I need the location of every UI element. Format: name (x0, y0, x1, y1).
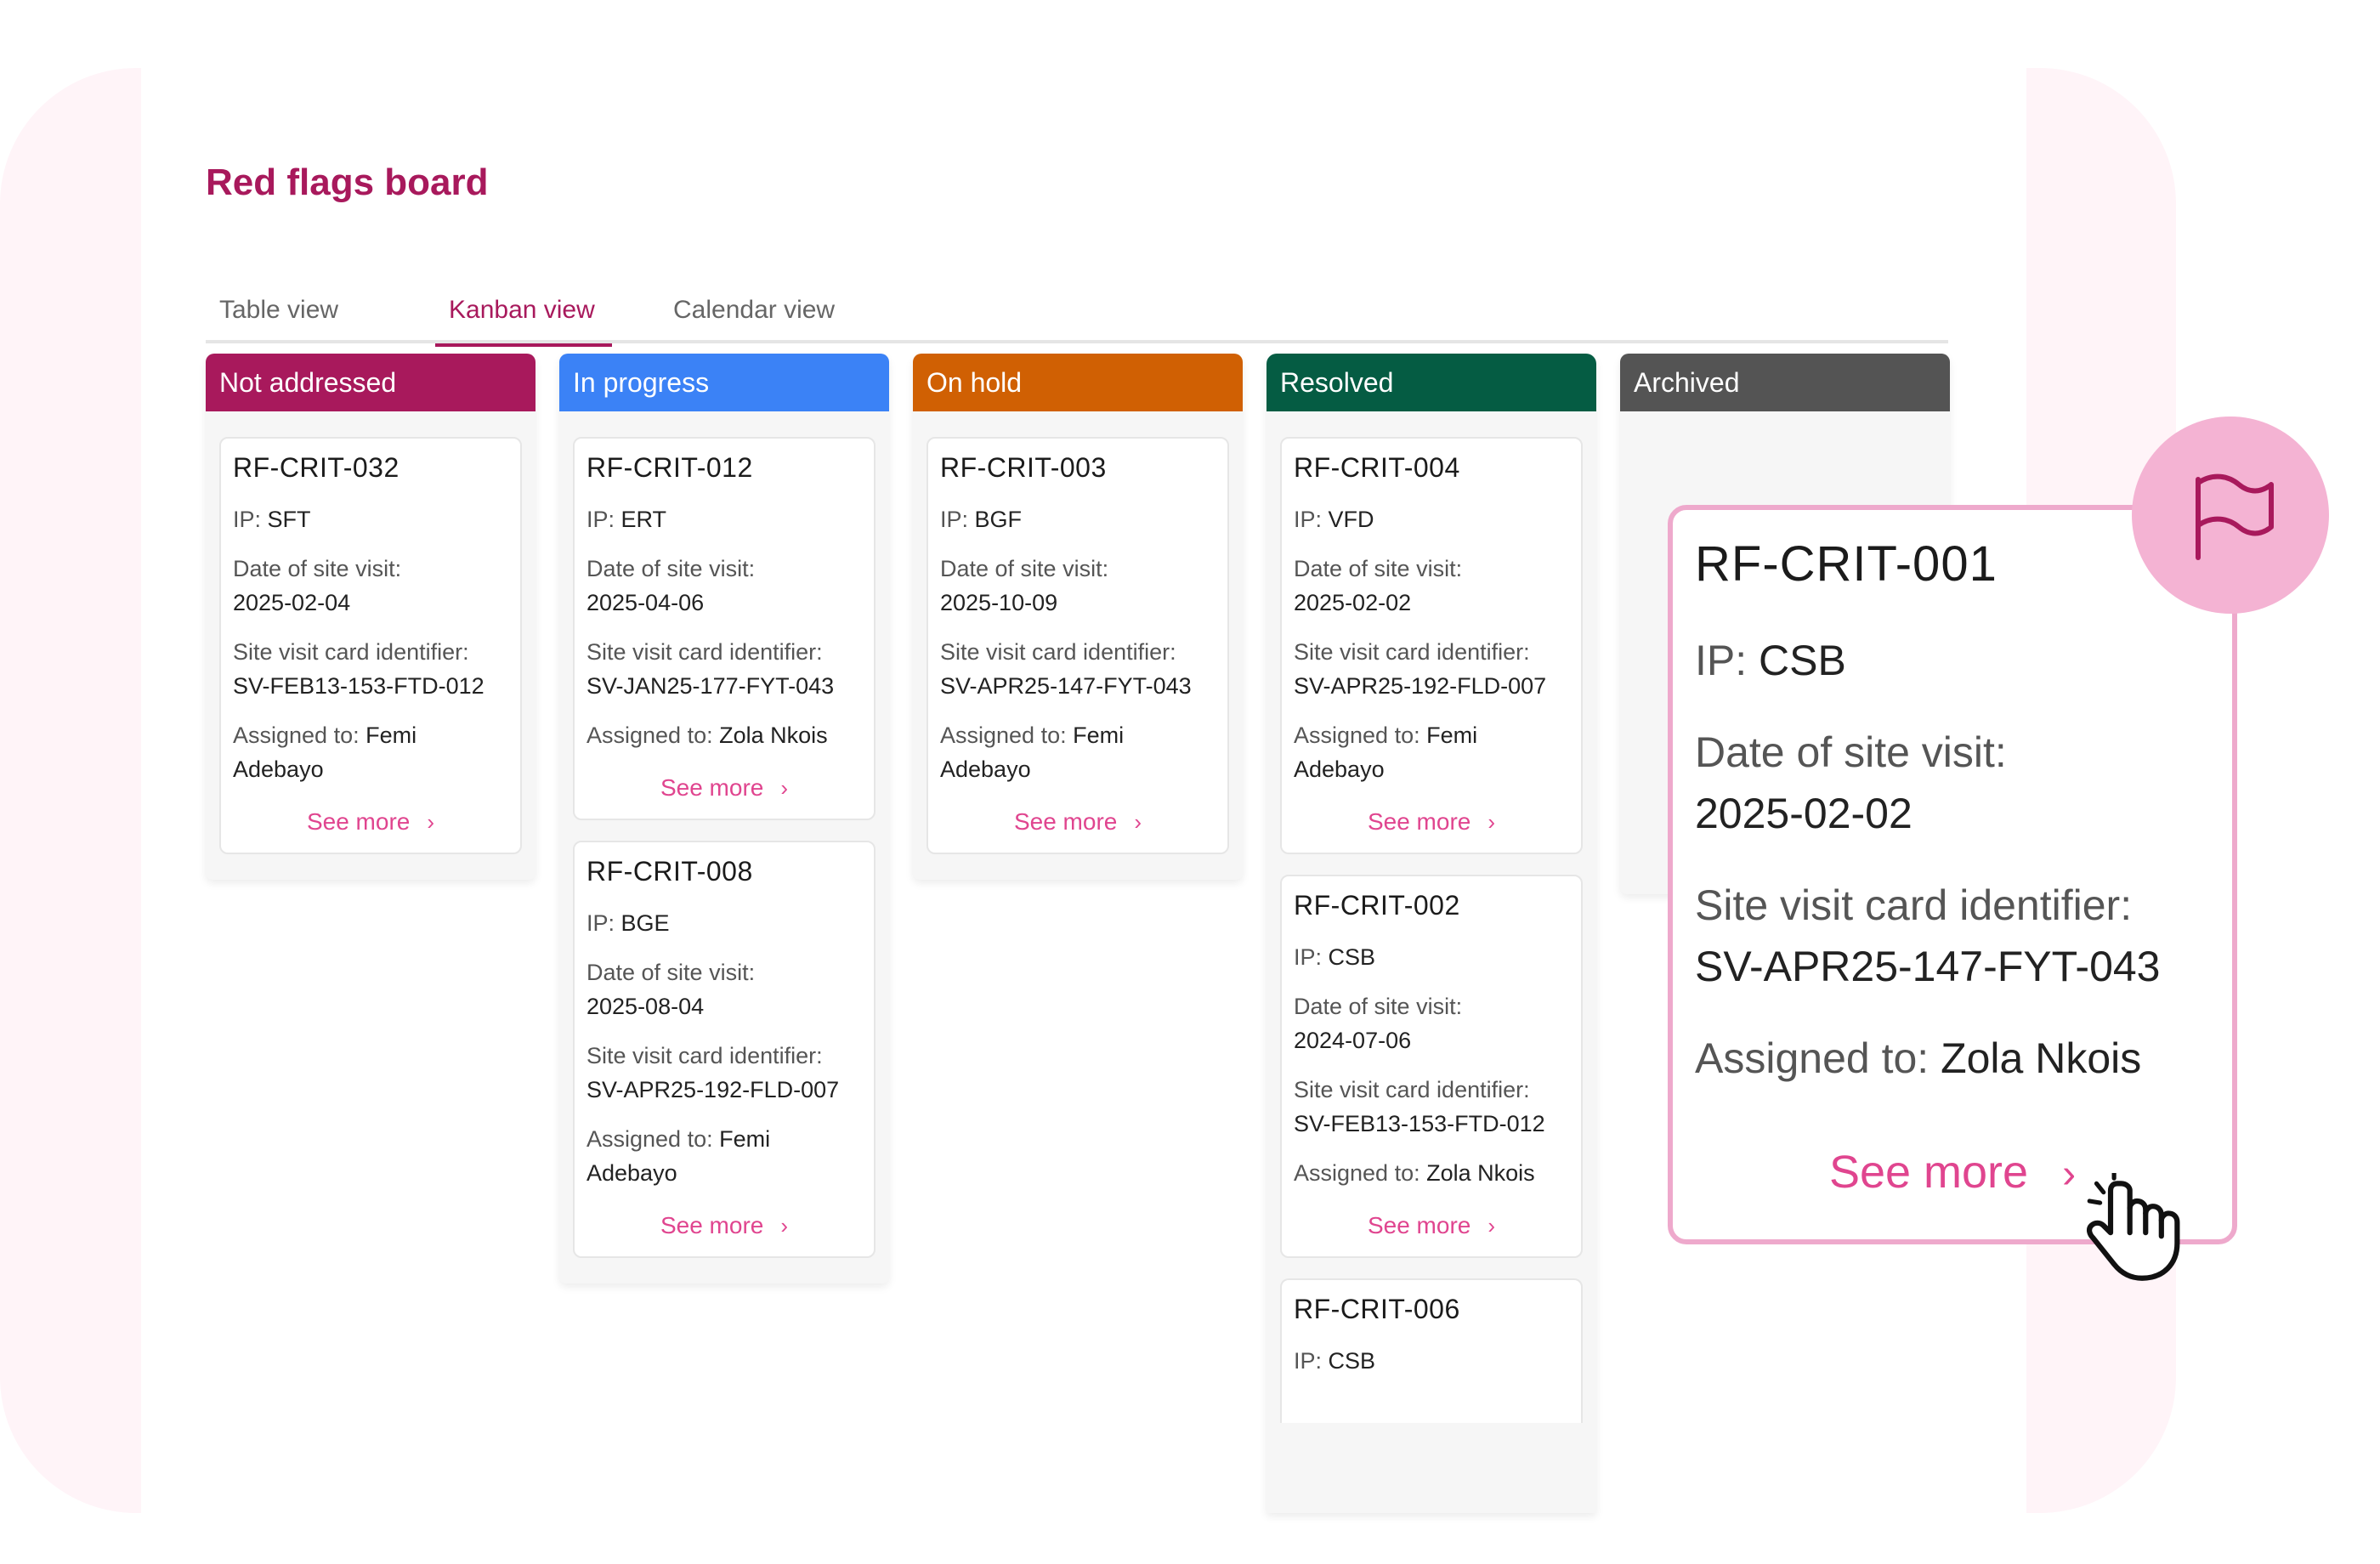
card-assigned: Assigned to: Femi Adebayo (1294, 722, 1478, 782)
red-flag-card[interactable]: RF-CRIT-006 IP: CSB (1280, 1278, 1583, 1423)
card-assigned: Assigned to: Femi Adebayo (586, 1126, 771, 1186)
card-identifier: Site visit card identifier: SV-FEB13-153-… (233, 639, 484, 699)
red-flag-card[interactable]: RF-CRIT-002 IP: CSB Date of site visit: 202… (1280, 875, 1583, 1258)
see-more-link[interactable]: See more › (1294, 808, 1569, 836)
card-ip: IP: CSB (1294, 944, 1376, 970)
card-id: RF-CRIT-032 (233, 452, 400, 483)
card-ip: IP: BGF (940, 507, 1023, 532)
card-assigned: Assigned to: Femi Adebayo (233, 722, 417, 782)
card-date: Date of site visit: 2025-08-04 (586, 960, 756, 1019)
column-cards: RF-CRIT-012 IP: ERT Date of site visit: 202… (559, 411, 889, 1258)
card-id: RF-CRIT-002 (1294, 890, 1460, 921)
column-header: Resolved (1266, 354, 1596, 411)
kanban-column: Not addressed RF-CRIT-032 IP: SFT Date of s… (206, 354, 536, 880)
card-id: RF-CRIT-012 (586, 452, 753, 483)
chevron-right-icon: › (427, 809, 435, 835)
column-cards: RF-CRIT-032 IP: SFT Date of site visit: 202… (206, 411, 536, 854)
page-title: Red flags board (206, 162, 489, 203)
tab-kanban-view[interactable]: Kanban view (435, 280, 612, 347)
card-assigned: Assigned to: Femi Adebayo (940, 722, 1125, 782)
see-more-link[interactable]: See more › (1294, 1212, 1569, 1239)
view-tabs: Table view Kanban view Calendar view (206, 280, 1948, 347)
see-more-link[interactable]: See more › (233, 808, 508, 836)
card-date: Date of site visit: 2024-07-06 (1294, 994, 1463, 1053)
card-assigned: Assigned to: Zola Nkois (1294, 1160, 1535, 1186)
card-date: Date of site visit: 2025-02-02 (1695, 728, 2007, 837)
chevron-right-icon: › (780, 775, 789, 801)
card-ip: IP: VFD (1294, 507, 1374, 532)
card-identifier: Site visit card identifier: SV-FEB13-153-… (1294, 1077, 1545, 1136)
red-flag-card[interactable]: RF-CRIT-008 IP: BGE Date of site visit: 202… (573, 841, 876, 1258)
kanban-column: Resolved RF-CRIT-004 IP: VFD Date of site v… (1266, 354, 1596, 1513)
kanban-column: In progress RF-CRIT-012 IP: ERT Date of sit… (559, 354, 889, 1284)
column-header: Not addressed (206, 354, 536, 411)
card-identifier: Site visit card identifier: SV-APR25-192-… (586, 1043, 840, 1102)
column-header: On hold (913, 354, 1243, 411)
red-flag-card[interactable]: RF-CRIT-012 IP: ERT Date of site visit: 202… (573, 437, 876, 820)
red-flag-card[interactable]: RF-CRIT-032 IP: SFT Date of site visit: 202… (219, 437, 522, 854)
card-id: RF-CRIT-003 (940, 452, 1107, 483)
column-cards: RF-CRIT-003 IP: BGF Date of site visit: 202… (913, 411, 1243, 854)
chevron-right-icon: › (1488, 1213, 1496, 1238)
card-identifier: Site visit card identifier: SV-APR25-192-… (1294, 639, 1547, 699)
card-id: RF-CRIT-006 (1294, 1294, 1460, 1324)
card-assigned: Assigned to: Zola Nkois (1695, 1034, 2142, 1082)
flag-icon (2196, 473, 2274, 560)
tab-calendar-view[interactable]: Calendar view (660, 280, 848, 343)
card-date: Date of site visit: 2025-02-04 (233, 556, 402, 615)
red-flag-card[interactable]: RF-CRIT-004 IP: VFD Date of site visit: 202… (1280, 437, 1583, 854)
card-id: RF-CRIT-001 (1695, 536, 1998, 592)
card-date: Date of site visit: 2025-04-06 (586, 556, 756, 615)
card-ip: IP: CSB (1695, 637, 1846, 684)
see-more-link[interactable]: See more › (940, 808, 1216, 836)
chevron-right-icon: › (780, 1213, 789, 1238)
card-identifier: Site visit card identifier: SV-APR25-147-… (940, 639, 1192, 699)
column-header: In progress (559, 354, 889, 411)
column-header: Archived (1620, 354, 1950, 411)
card-ip: IP: SFT (233, 507, 311, 532)
card-identifier: Site visit card identifier: SV-APR25-147-… (1695, 881, 2161, 990)
card-id: RF-CRIT-004 (1294, 452, 1460, 483)
red-flag-card[interactable]: RF-CRIT-003 IP: BGF Date of site visit: 202… (926, 437, 1229, 854)
highlighted-card[interactable]: RF-CRIT-001 IP: CSB Date of site visit: 2… (1668, 505, 2237, 1244)
chevron-right-icon: › (1134, 809, 1142, 835)
card-ip: IP: ERT (586, 507, 667, 532)
see-more-link[interactable]: See more › (586, 774, 862, 802)
chevron-right-icon: › (2062, 1152, 2077, 1197)
column-cards (1620, 411, 1950, 437)
card-ip: IP: CSB (1294, 1348, 1376, 1374)
card-assigned: Assigned to: Zola Nkois (586, 722, 828, 748)
kanban-column: On hold RF-CRIT-003 IP: BGF Date of site vi… (913, 354, 1243, 880)
card-date: Date of site visit: 2025-10-09 (940, 556, 1109, 615)
flag-badge (2132, 416, 2329, 614)
column-cards: RF-CRIT-004 IP: VFD Date of site visit: 202… (1266, 411, 1596, 1423)
card-id: RF-CRIT-008 (586, 856, 753, 887)
card-ip: IP: BGE (586, 910, 670, 936)
see-more-link[interactable]: See more › (586, 1212, 862, 1239)
card-date: Date of site visit: 2025-02-02 (1294, 556, 1463, 615)
card-identifier: Site visit card identifier: SV-JAN25-177-… (586, 639, 835, 699)
hand-pointer-icon (2086, 1173, 2180, 1281)
tab-table-view[interactable]: Table view (206, 280, 352, 343)
chevron-right-icon: › (1488, 809, 1496, 835)
